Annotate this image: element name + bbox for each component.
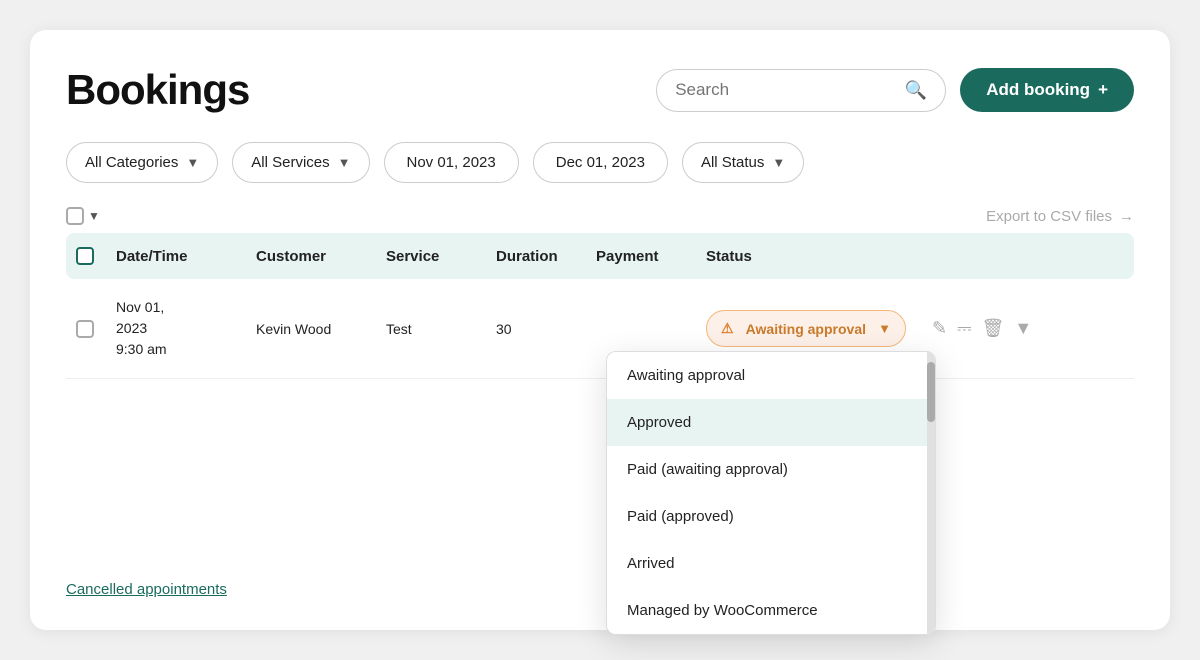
date-to-filter[interactable]: Dec 01, 2023: [533, 142, 668, 183]
table-row: Nov 01,20239:30 am Kevin Wood Test 30 ⚠ …: [66, 279, 1134, 379]
status-chevron-icon: ▼: [772, 155, 785, 170]
dropdown-scroll-thumb: [927, 362, 935, 422]
categories-label: All Categories: [85, 154, 178, 171]
page-header: Bookings 🔍 Add booking +: [66, 66, 1134, 114]
dropdown-option-arrived[interactable]: Arrived: [607, 540, 935, 587]
search-input[interactable]: [675, 80, 895, 100]
export-icon: →: [1119, 208, 1134, 225]
row-service: Test: [386, 321, 496, 337]
status-filter[interactable]: All Status ▼: [682, 142, 804, 183]
add-booking-button[interactable]: Add booking +: [960, 68, 1134, 112]
th-service: Service: [386, 248, 496, 265]
th-duration: Duration: [496, 248, 596, 265]
dropdown-scrollbar: [927, 352, 935, 634]
add-booking-label: Add booking: [986, 80, 1090, 100]
page-title: Bookings: [66, 66, 249, 114]
bulk-checkbox[interactable]: [66, 207, 84, 225]
status-badge-label: Awaiting approval: [746, 321, 866, 337]
row-customer: Kevin Wood: [256, 321, 386, 337]
status-warning-icon: ⚠: [721, 320, 734, 337]
categories-filter[interactable]: All Categories ▼: [66, 142, 218, 183]
date-from-label: Nov 01, 2023: [407, 154, 496, 171]
search-icon: 🔍: [905, 80, 927, 101]
date-from-filter[interactable]: Nov 01, 2023: [384, 142, 519, 183]
row-datetime: Nov 01,20239:30 am: [116, 297, 256, 360]
header-right: 🔍 Add booking +: [656, 68, 1134, 112]
bulk-row: ▼ Export to CSV files →: [66, 207, 1134, 225]
services-label: All Services: [251, 154, 329, 171]
copy-icon[interactable]: ⎓: [957, 318, 971, 339]
row-duration: 30: [496, 321, 596, 337]
cancelled-appointments-link[interactable]: Cancelled appointments: [66, 581, 227, 598]
status-chevron-down-icon: ▼: [878, 321, 891, 336]
bulk-chevron-icon[interactable]: ▼: [88, 209, 100, 223]
main-card: Bookings 🔍 Add booking + All Categories …: [30, 30, 1170, 630]
row-checkbox[interactable]: [76, 320, 94, 338]
row-status-cell: ⚠ Awaiting approval ▼ ✎ ⎓ 🗑 ▼: [706, 310, 1032, 347]
header-checkbox[interactable]: [76, 247, 94, 265]
bulk-checkbox-area: ▼: [66, 207, 100, 225]
dropdown-option-approved[interactable]: Approved: [607, 399, 935, 446]
edit-icon[interactable]: ✎: [932, 318, 947, 339]
th-customer: Customer: [256, 248, 386, 265]
date-to-label: Dec 01, 2023: [556, 154, 645, 171]
delete-icon[interactable]: 🗑: [981, 318, 1004, 339]
services-filter[interactable]: All Services ▼: [232, 142, 369, 183]
export-csv-button[interactable]: Export to CSV files →: [986, 208, 1134, 225]
expand-icon[interactable]: ▼: [1014, 318, 1032, 339]
dropdown-option-paid-approved[interactable]: Paid (approved): [607, 493, 935, 540]
th-payment: Payment: [596, 248, 706, 265]
status-label: All Status: [701, 154, 764, 171]
row-actions: ✎ ⎓ 🗑 ▼: [932, 318, 1032, 339]
bookings-table: Date/Time Customer Service Duration Paym…: [66, 233, 1134, 379]
services-chevron-icon: ▼: [338, 155, 351, 170]
add-booking-plus-icon: +: [1098, 80, 1108, 100]
th-status: Status: [706, 248, 1134, 265]
row-checkbox-cell: [76, 320, 116, 338]
dropdown-option-woocommerce[interactable]: Managed by WooCommerce: [607, 587, 935, 634]
dropdown-option-paid-awaiting[interactable]: Paid (awaiting approval): [607, 446, 935, 493]
dropdown-option-awaiting-approval[interactable]: Awaiting approval: [607, 352, 935, 399]
search-box[interactable]: 🔍: [656, 69, 946, 112]
table-header-row: Date/Time Customer Service Duration Paym…: [66, 233, 1134, 279]
status-dropdown: Awaiting approval Approved Paid (awaitin…: [606, 351, 936, 635]
categories-chevron-icon: ▼: [186, 155, 199, 170]
status-badge[interactable]: ⚠ Awaiting approval ▼: [706, 310, 906, 347]
header-checkbox-cell: [76, 247, 116, 265]
th-datetime: Date/Time: [116, 248, 256, 265]
export-label: Export to CSV files: [986, 208, 1112, 225]
filters-row: All Categories ▼ All Services ▼ Nov 01, …: [66, 142, 1134, 183]
